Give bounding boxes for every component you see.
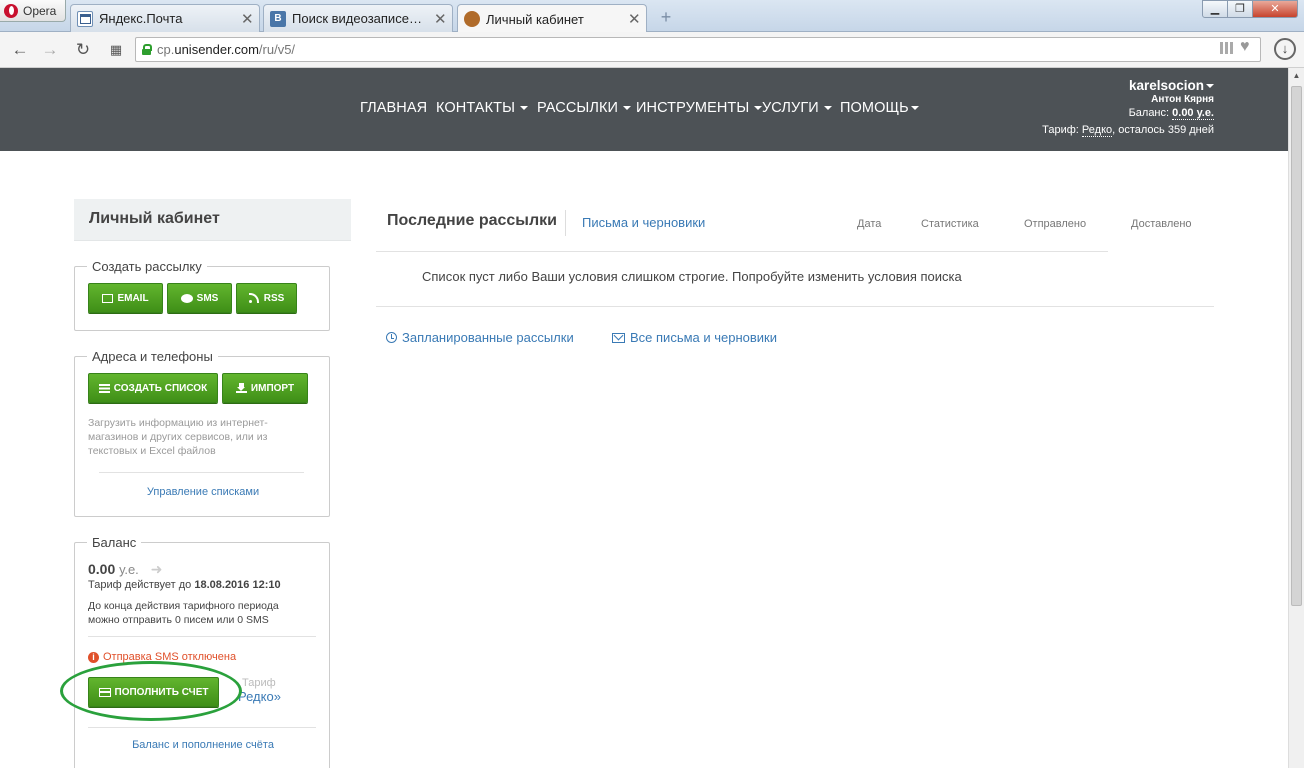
mail-favicon-icon [77, 10, 93, 27]
caret-down-icon [623, 106, 632, 111]
scroll-up-arrow-icon[interactable]: ▲ [1289, 68, 1304, 84]
user-full-name: Антон Кярня [1151, 94, 1214, 105]
user-tariff: Тариф: Редко, осталось 359 дней [1042, 124, 1214, 137]
unisender-favicon-icon [464, 11, 480, 27]
balance-legend: Баланс [87, 535, 142, 550]
menu-mailings[interactable]: Рассылки [537, 100, 632, 116]
import-button[interactable]: Импорт [222, 373, 308, 403]
menu-contacts[interactable]: Контакты [436, 100, 529, 116]
divider [88, 636, 316, 637]
manage-lists-link[interactable]: Управление списками [75, 486, 331, 498]
create-rss-button[interactable]: RSS [236, 283, 297, 313]
import-download-icon [235, 383, 247, 393]
import-hint-text: Загрузить информацию из интернет-магазин… [88, 417, 268, 457]
site-header: Главная Контакты Рассылки Инструменты Ус… [0, 68, 1288, 151]
menu-help[interactable]: Помощь [840, 100, 919, 116]
opera-menu-button[interactable]: Opera [0, 0, 66, 22]
create-mailing-box: Создать рассылку EMAIL SMS RSS [74, 259, 330, 331]
clock-icon [386, 332, 397, 343]
balance-topup-link[interactable]: Баланс и пополнение счёта [75, 739, 331, 751]
caret-down-icon [910, 106, 919, 111]
create-email-button[interactable]: EMAIL [88, 283, 163, 313]
tariff-word: Тариф [242, 677, 276, 689]
address-bar[interactable]: cp.unisender.com/ru/v5/ [135, 37, 1261, 62]
caret-down-icon [520, 106, 529, 111]
all-letters-drafts-link[interactable]: Все письма и черновики [612, 330, 777, 345]
tariff-valid-until: Тариф действует до 18.08.2016 12:10 [88, 579, 281, 591]
caret-down-icon [823, 106, 832, 111]
empty-list-message: Список пуст либо Ваши условия слишком ст… [422, 269, 962, 284]
rss-icon [248, 292, 260, 303]
chat-bubble-icon [180, 293, 193, 303]
recent-mailings-title: Последние рассылки [387, 212, 557, 229]
contacts-box: Адреса и телефоны Создать список Импорт … [74, 349, 331, 517]
browser-tab-vk-video-search[interactable]: B Поиск видеозаписей по sk ✕ [263, 4, 453, 32]
credit-card-icon [98, 687, 111, 697]
envelope-icon [612, 332, 625, 343]
tab-title: Яндекс.Почта [99, 11, 183, 26]
caret-down-icon [1206, 84, 1214, 89]
create-sms-button[interactable]: SMS [167, 283, 232, 313]
tab-title: Поиск видеозаписей по sk [292, 11, 428, 26]
user-balance: Баланс: 0.00 у.е. [1128, 107, 1214, 120]
download-icon[interactable]: ↓ [1274, 38, 1296, 60]
heart-bookmark-icon[interactable]: ♥ [1240, 38, 1250, 56]
browser-navigation-bar: ← → ↻ ▦ cp.unisender.com/ru/v5/ ♥ ↓ [0, 32, 1304, 68]
divider [376, 306, 1214, 307]
list-icon [98, 383, 110, 393]
close-tab-icon[interactable]: ✕ [434, 10, 447, 28]
browser-tab-bar: Opera Яндекс.Почта ✕ B Поиск видеозаписе… [0, 0, 1304, 33]
divider [565, 210, 566, 236]
reload-icon[interactable]: ↻ [71, 38, 95, 62]
balance-amount: 0.00 у.е. ➜ [88, 561, 163, 577]
user-login-dropdown[interactable]: karelsocion [1000, 78, 1288, 93]
tab-letters-drafts[interactable]: Письма и черновики [582, 215, 705, 230]
close-tab-icon[interactable]: ✕ [241, 10, 254, 28]
balance-box: Баланс 0.00 у.е. ➜ Тариф действует до 18… [74, 535, 331, 768]
new-tab-plus-icon[interactable]: + [655, 7, 677, 27]
url-text: cp.unisender.com/ru/v5/ [157, 42, 296, 57]
close-tab-icon[interactable]: ✕ [628, 10, 641, 28]
user-balance-link[interactable]: 0.00 у.е. [1172, 107, 1214, 120]
menu-services[interactable]: Услуги [762, 100, 832, 116]
envelope-icon [102, 293, 114, 303]
create-mailing-legend: Создать рассылку [87, 259, 207, 274]
create-list-button[interactable]: Создать список [88, 373, 218, 403]
speed-dial-grid-icon[interactable]: ▦ [104, 38, 128, 62]
secure-lock-icon [142, 44, 152, 55]
tariff-name-link[interactable]: Редко» [238, 689, 281, 704]
opera-logo-icon [4, 3, 18, 18]
divider [376, 251, 1108, 252]
window-minimize-button[interactable]: ▁ [1202, 0, 1228, 18]
menu-home[interactable]: Главная [360, 100, 427, 116]
column-statistics[interactable]: Статистика [921, 218, 979, 230]
column-date[interactable]: Дата [857, 218, 881, 230]
sidebar-title: Личный кабинет [74, 199, 351, 241]
divider [88, 727, 316, 728]
top-up-button[interactable]: Пополнить счет [88, 677, 219, 707]
window-maximize-button[interactable]: ❐ [1227, 0, 1253, 18]
scroll-thumb[interactable] [1291, 86, 1302, 606]
browser-tab-yandex-mail[interactable]: Яндекс.Почта ✕ [70, 4, 260, 32]
info-icon: i [88, 651, 99, 663]
browser-tab-personal-cabinet[interactable]: Личный кабинет ✕ [457, 4, 647, 33]
column-sent[interactable]: Отправлено [1024, 218, 1086, 230]
period-limit-text: До конца действия тарифного периода можн… [88, 600, 279, 626]
arrow-right-icon[interactable]: ➜ [151, 561, 163, 577]
page-scrollbar[interactable]: ▲ [1288, 68, 1304, 768]
forward-arrow-icon[interactable]: → [38, 38, 62, 62]
column-delivered[interactable]: Доставлено [1131, 218, 1192, 230]
scheduled-mailings-link[interactable]: Запланированные рассылки [386, 330, 574, 345]
vk-favicon-icon: B [270, 10, 286, 27]
tab-title: Личный кабинет [486, 11, 584, 27]
menu-tools[interactable]: Инструменты [636, 100, 763, 116]
divider [99, 472, 304, 473]
sms-disabled-warning: i Отправка SMS отключена [88, 651, 236, 663]
stash-grid-icon[interactable] [1220, 42, 1234, 54]
back-arrow-icon[interactable]: ← [8, 38, 32, 62]
contacts-legend: Адреса и телефоны [87, 349, 218, 364]
user-tariff-link[interactable]: Редко [1081, 124, 1113, 137]
window-close-button[interactable]: ✕ [1252, 0, 1298, 18]
opera-menu-label: Opera [23, 3, 57, 18]
